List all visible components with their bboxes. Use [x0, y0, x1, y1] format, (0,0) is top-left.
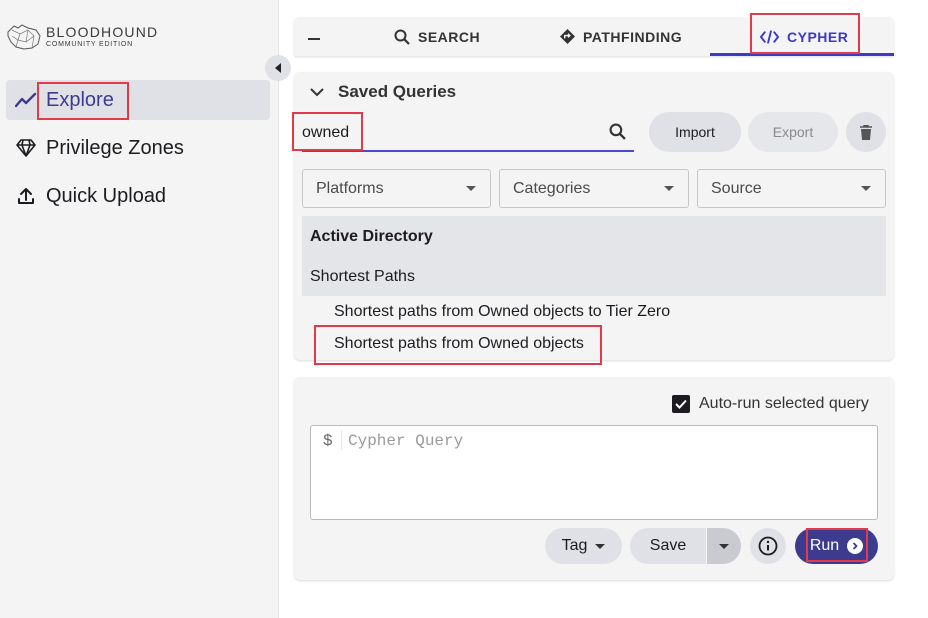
run-button[interactable]: Run [795, 528, 878, 564]
export-button[interactable]: Export [748, 112, 838, 152]
chevron-right-circle-icon [847, 538, 864, 554]
editor-placeholder: Cypher Query [348, 432, 464, 450]
bloodhound-logo-icon [7, 24, 41, 50]
tab-label: SEARCH [418, 28, 481, 45]
tag-label: Tag [561, 537, 588, 554]
explore-tabs: SEARCH PATHFINDING CYPHER [294, 17, 894, 56]
saved-queries-panel: Saved Queries Import Export Platforms Ca… [294, 72, 894, 360]
save-options-button[interactable] [707, 528, 741, 564]
select-value: Source [711, 179, 762, 197]
upload-icon [14, 184, 38, 208]
checkbox-checked-icon [672, 395, 690, 413]
saved-queries-header[interactable]: Saved Queries [310, 82, 456, 102]
cypher-query-editor[interactable]: $ Cypher Query [310, 425, 878, 520]
select-value: Categories [513, 179, 591, 197]
sidebar-item-label: Explore [46, 88, 114, 111]
logo-subtitle: COMMUNITY EDITION [46, 40, 133, 48]
search-icon [394, 29, 410, 45]
saved-queries-search-input[interactable] [302, 120, 592, 146]
query-group-title: Active Directory [310, 228, 433, 245]
sidebar-item-label: Quick Upload [46, 184, 167, 207]
sidebar-item-explore[interactable]: Explore [6, 80, 270, 120]
sidebar-item-privilege-zones[interactable]: Privilege Zones [6, 128, 270, 168]
sidebar-item-label: Privilege Zones [46, 136, 184, 159]
tab-cypher[interactable]: CYPHER [760, 17, 848, 56]
info-button[interactable] [750, 528, 786, 564]
platforms-select[interactable]: Platforms [302, 169, 491, 208]
code-icon [760, 29, 779, 44]
minimize-panel-button[interactable] [308, 28, 320, 49]
collapse-sidebar-button[interactable] [265, 55, 291, 81]
saved-query-item[interactable]: Shortest paths from Owned objects [334, 335, 584, 353]
tab-label: PATHFINDING [583, 28, 683, 45]
saved-query-item[interactable]: Shortest paths from Owned objects to Tie… [334, 303, 670, 321]
import-button[interactable]: Import [649, 112, 741, 152]
trash-icon [860, 124, 872, 140]
query-subgroup-title: Shortest Paths [310, 268, 415, 285]
tag-button[interactable]: Tag [545, 528, 622, 564]
tab-search[interactable]: SEARCH [394, 17, 480, 56]
minus-icon [308, 38, 320, 40]
editor-prompt: $ [323, 432, 333, 450]
caret-down-icon [861, 186, 871, 191]
run-label: Run [809, 537, 840, 554]
query-group: Active Directory Shortest Paths [302, 216, 886, 296]
pathfinding-icon [560, 29, 575, 44]
autorun-label: Auto-run selected query [699, 395, 869, 412]
save-label: Save [649, 537, 687, 554]
caret-down-icon [466, 186, 476, 191]
caret-down-icon [595, 543, 606, 549]
sidebar: BLOODHOUND COMMUNITY EDITION Explore Pri… [0, 0, 279, 618]
app-logo: BLOODHOUND COMMUNITY EDITION [6, 22, 158, 50]
caret-down-icon [719, 543, 729, 549]
chevron-left-icon [275, 63, 281, 73]
autorun-checkbox[interactable]: Auto-run selected query [672, 395, 869, 413]
select-value: Platforms [316, 179, 384, 197]
explore-chart-icon [14, 88, 38, 112]
source-select[interactable]: Source [697, 169, 886, 208]
saved-queries-search [302, 116, 634, 152]
sidebar-item-quick-upload[interactable]: Quick Upload [6, 176, 270, 216]
tab-label: CYPHER [787, 28, 849, 45]
info-icon [758, 536, 778, 556]
editor-gutter [341, 430, 342, 450]
active-tab-indicator [710, 53, 894, 56]
chevron-down-icon [310, 87, 324, 96]
cypher-editor-panel: Auto-run selected query $ Cypher Query T… [294, 377, 894, 580]
saved-queries-title: Saved Queries [338, 82, 457, 101]
logo-title: BLOODHOUND [46, 23, 159, 40]
search-icon [609, 123, 626, 145]
categories-select[interactable]: Categories [499, 169, 689, 208]
save-button[interactable]: Save [630, 528, 706, 564]
delete-button[interactable] [846, 112, 886, 152]
caret-down-icon [664, 186, 674, 191]
diamond-icon [14, 136, 38, 160]
tab-pathfinding[interactable]: PATHFINDING [560, 17, 682, 56]
